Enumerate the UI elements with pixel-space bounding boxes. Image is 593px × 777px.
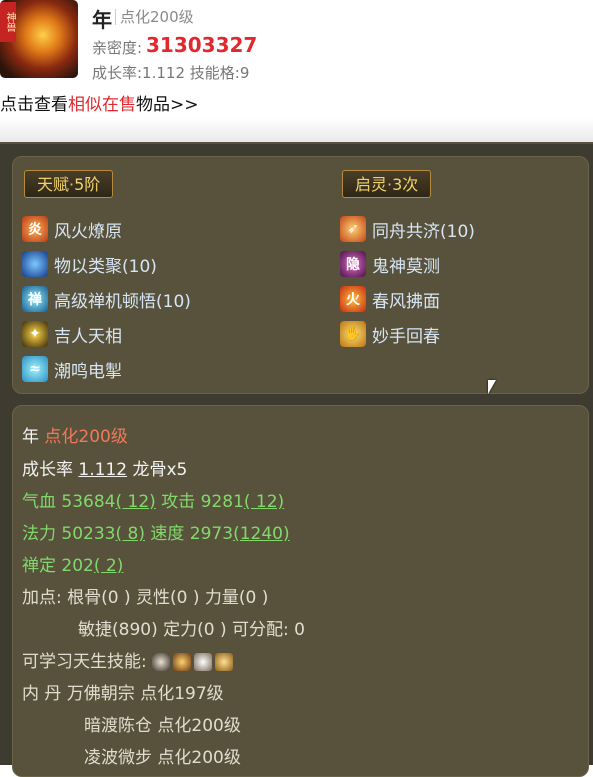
flame-swirl-icon: 炎 [22,216,48,242]
awaken-skill[interactable]: 隐 鬼神莫测 [340,250,440,278]
talent-skill[interactable]: 禅 高级禅机顿悟(10) [22,285,191,313]
spd-value: 2973 [189,524,234,544]
spd-bonus: (1240) [233,524,290,544]
golden-star-icon: ✦ [22,321,48,347]
awaken-skill[interactable]: 火 春风拂面 [340,285,440,313]
link-suffix: 物品>> [136,95,199,115]
similar-items-link[interactable]: 点击查看相似在售物品>> [0,90,199,115]
growth-label: 成长率 [22,460,73,480]
talent-badge: 天赋·5阶 [24,170,114,198]
talent-skill[interactable]: 炎 风火燎原 [22,215,122,243]
fire-icon: 火 [340,286,366,312]
awaken-skill[interactable]: ➶ 同舟共济(10) [340,215,475,243]
zen-bonus: ( 2) [93,556,124,576]
atk-bonus: ( 12) [243,492,285,512]
awaken-skill-label: 春风拂面 [372,291,440,312]
link-prefix: 点击查看 [0,95,68,115]
hp-label: 气血 [22,492,56,512]
inner-core-label: 内 丹 [22,684,62,704]
awaken-badge-title: 启灵 [355,175,388,194]
mp-value: 50233 [61,524,116,544]
awaken-badge-value: 3次 [392,175,419,194]
talent-skill[interactable]: 物以类聚(10) [22,250,157,278]
atk-value: 9281 [200,492,244,512]
inner-core-item: 凌波微步 点化200级 [84,748,241,768]
spd-label: 速度 [150,524,185,544]
fire-spear-icon: ➶ [340,216,366,242]
innate-skills-row: 可学习天生技能: [22,647,236,672]
pet-name: 年 [92,8,112,32]
awaken-skill-label: 妙手回春 [372,326,440,347]
inner-core-item: 暗渡陈仓 点化200级 [84,716,241,736]
hp-bonus: ( 12) [115,492,156,512]
zen-row: 禅定 202( 2) [22,551,123,576]
zen-value: 202 [61,556,94,576]
points-row-1: 加点: 根骨(0 ) 灵性(0 ) 力量(0 ) [22,588,269,608]
pet-avatar[interactable]: 神兽 [0,0,78,78]
inner-core-row: 内 丹 万佛朝宗 点化197级 [22,679,224,704]
awaken-skill-label: 同舟共济(10) [372,221,475,242]
talent-skill-label: 物以类聚(10) [54,256,157,277]
innate-label: 可学习天生技能: [22,652,147,672]
bone-count: 龙骨x5 [132,460,188,480]
talent-skill-label: 潮鸣电掣 [54,361,122,382]
healing-hand-icon: ✋ [340,321,366,347]
pet-level: 点化200级 [120,8,194,26]
affinity-value: 31303327 [146,33,258,57]
avatar-tag: 神兽 [0,2,16,42]
talent-badge-title: 天赋 [37,175,70,194]
talent-skill-label: 高级禅机顿悟(10) [54,291,191,312]
innate-skill-icon[interactable] [152,653,171,671]
stats-pet-level: 点化200级 [44,427,128,447]
lotus-icon: 禅 [22,286,48,312]
link-highlight: 相似在售 [68,95,136,115]
talent-skill-label: 风火燎原 [54,221,122,242]
talent-skill-label: 吉人天相 [54,326,122,347]
points-row-2: 敏捷(890) 定力(0 ) 可分配: 0 [78,620,305,640]
mouse-cursor-icon [488,380,496,394]
mp-label: 法力 [22,524,56,544]
header-divider-fade [0,118,593,142]
innate-skill-icon[interactable] [173,653,192,671]
hp-value: 53684 [61,492,116,512]
zen-label: 禅定 [22,556,56,576]
growth-skill-slots: 成长率:1.112 技能格:9 [92,64,250,82]
talent-skill[interactable]: ✦ 吉人天相 [22,320,122,348]
stats-pet-name: 年 [22,427,39,447]
divider [115,9,116,25]
awaken-skill[interactable]: ✋ 妙手回春 [340,320,440,348]
atk-label: 攻击 [161,492,196,512]
hidden-glyph-icon: 隐 [340,251,366,277]
innate-skill-icon[interactable] [194,653,213,671]
talent-skill[interactable]: ≈ 潮鸣电掣 [22,355,122,383]
pet-title-row: 年 点化200级 [22,422,128,447]
blue-orb-icon [22,251,48,277]
awaken-badge: 启灵·3次 [342,170,432,198]
talent-badge-value: 5阶 [74,175,101,194]
awaken-skill-label: 鬼神莫测 [372,256,440,277]
mp-bonus: ( 8) [115,524,145,544]
growth-row: 成长率 1.112 龙骨x5 [22,455,187,480]
hp-atk-row: 气血 53684( 12) 攻击 9281( 12) [22,487,284,512]
inner-core-item: 万佛朝宗 点化197级 [66,684,224,704]
growth-value: 1.112 [78,460,128,480]
mp-spd-row: 法力 50233( 8) 速度 2973(1240) [22,519,290,544]
innate-skill-icon[interactable] [215,653,234,671]
affinity-label: 亲密度: [92,39,143,57]
wave-icon: ≈ [22,356,48,382]
